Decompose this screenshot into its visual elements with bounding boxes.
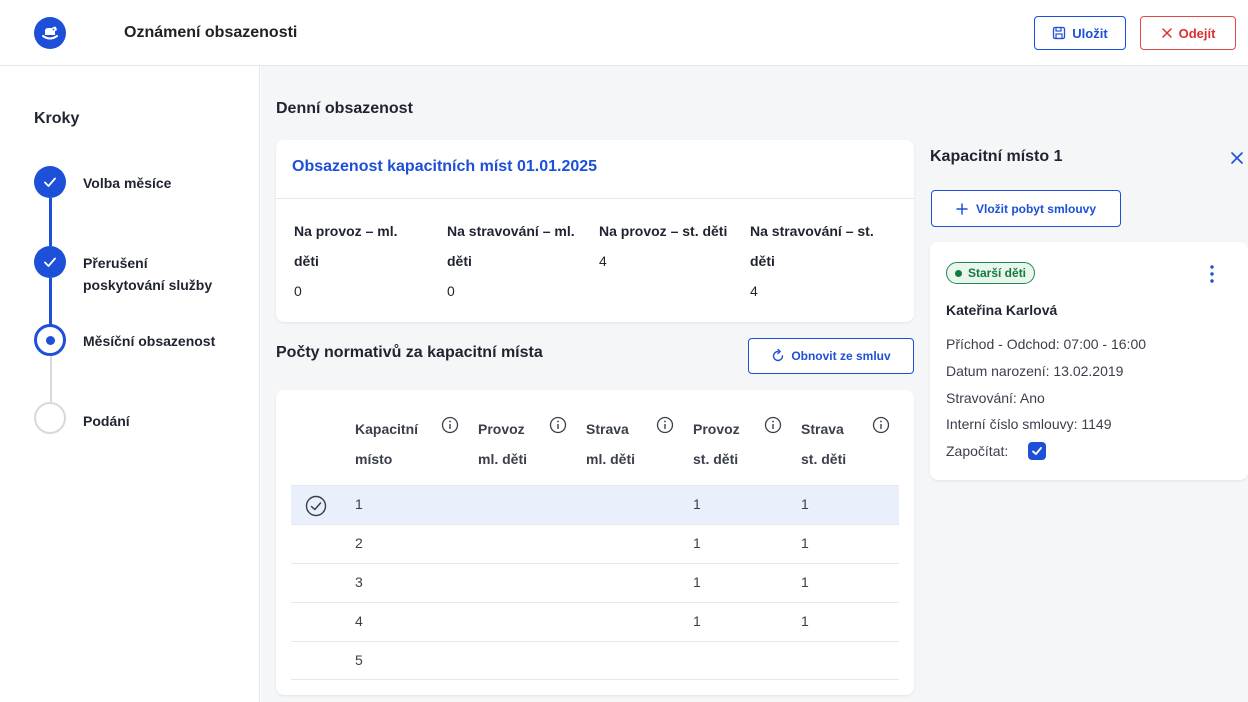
steps-title: Kroky: [34, 110, 80, 127]
summary-col-head: děti: [447, 253, 472, 269]
refresh-button-label: Obnovit ze smluv: [791, 349, 891, 363]
summary-title: Obsazenost kapacitních míst 01.01.2025: [292, 158, 598, 175]
checkmark-icon: [1032, 447, 1042, 455]
daily-occupancy-title: Denní obsazenost: [276, 100, 413, 117]
cell-place: 4: [355, 613, 363, 629]
column-header: Strava st. děti: [801, 421, 847, 467]
step-done-check-icon[interactable]: [34, 246, 66, 278]
step-connector: [50, 356, 52, 402]
summary-column: Na provoz – st. děti 4: [599, 216, 749, 276]
more-options-icon[interactable]: [1204, 262, 1220, 286]
summary-col-value: 4: [750, 283, 758, 299]
summary-col-head: děti: [750, 253, 775, 269]
cell-provoz-st: 1: [693, 496, 701, 512]
cell-provoz-st: 1: [693, 574, 701, 590]
summary-col-head: děti: [294, 253, 319, 269]
cell-strava-st: 1: [801, 574, 809, 590]
rocking-horse-logo-icon: [34, 17, 66, 49]
cell-provoz-st: 1: [693, 535, 701, 551]
count-checkbox[interactable]: [1028, 442, 1046, 460]
summary-col-head: Na provoz – st. děti: [599, 223, 728, 239]
summary-card: Obsazenost kapacitních míst 01.01.2025 N…: [276, 140, 914, 322]
contract-number-text: Interní číslo smlouvy: 1149: [946, 416, 1112, 432]
save-button[interactable]: Uložit: [1034, 16, 1126, 50]
cell-place: 2: [355, 535, 363, 551]
close-panel-icon[interactable]: [1229, 150, 1245, 166]
step-label-preruseni[interactable]: Přerušení poskytování služby: [83, 252, 212, 296]
cell-provoz-st: 1: [693, 613, 701, 629]
plus-icon: [956, 202, 968, 215]
column-header: Strava ml. děti: [586, 421, 636, 467]
step-label-line2: poskytování služby: [83, 277, 213, 293]
table-row[interactable]: 1 1 1: [291, 485, 899, 524]
top-bar: Oznámení obsazenosti Uložit Odejít: [0, 0, 1248, 66]
arrival-departure-text: Příchod - Odchod: 07:00 - 16:00: [946, 336, 1147, 352]
summary-column: Na stravování – ml. děti 0: [447, 216, 597, 306]
norms-table-card: Kapacitní místo Provoz ml. děti Strava ml. …: [276, 390, 914, 695]
cell-strava-st: 1: [801, 535, 809, 551]
leave-button-label: Odejít: [1178, 25, 1216, 41]
badge-label: Starší děti: [968, 266, 1027, 280]
summary-column: Na provoz – ml. děti 0: [294, 216, 444, 306]
meals-text: Stravování: Ano: [946, 390, 1045, 406]
count-label: Započítat:: [946, 443, 1009, 459]
cell-place: 5: [355, 652, 363, 668]
birth-date-text: Datum narození: 13.02.2019: [946, 363, 1124, 379]
cell-place: 3: [355, 574, 363, 590]
info-icon[interactable]: [872, 416, 890, 434]
steps-sidebar: Kroky Volba měsíce Přerušení poskytování…: [0, 66, 260, 702]
leave-button[interactable]: Odejít: [1140, 16, 1236, 50]
summary-col-value: 0: [294, 283, 302, 299]
refresh-icon: [773, 349, 784, 362]
step-label-volba-mesice[interactable]: Volba měsíce: [83, 172, 171, 194]
add-contract-stay-button[interactable]: Vložit pobyt smlouvy: [931, 190, 1121, 227]
page-title: Oznámení obsazenosti: [124, 24, 298, 41]
summary-col-head: Na stravování – ml.: [447, 223, 575, 239]
age-group-badge: Starší děti: [946, 262, 1036, 284]
close-icon: [1161, 28, 1172, 38]
column-header: Kapacitní místo: [355, 421, 419, 467]
panel-title: Kapacitní místo 1: [930, 148, 1063, 165]
step-label-line1: Přerušení: [83, 255, 148, 271]
column-header: Provoz st. děti: [693, 421, 740, 467]
main-content: Denní obsazenost Obsazenost kapacitních …: [261, 66, 1248, 702]
child-contract-card: Starší děti Kateřina Karlová Příchod - O…: [930, 242, 1248, 480]
summary-col-head: Na stravování – st.: [750, 223, 874, 239]
table-row[interactable]: 3 1 1: [291, 563, 899, 602]
status-dot-icon: [955, 269, 962, 277]
summary-col-value: 4: [599, 253, 607, 269]
step-label-podani[interactable]: Podání: [83, 410, 130, 432]
column-header: Provoz ml. děti: [478, 421, 528, 467]
summary-column: Na stravování – st. děti 4: [750, 216, 900, 306]
add-button-label: Vložit pobyt smlouvy: [975, 201, 1096, 216]
step-connector: [49, 198, 52, 246]
info-icon[interactable]: [764, 416, 782, 434]
table-row[interactable]: 2 1 1: [291, 524, 899, 563]
step-current-icon[interactable]: [34, 324, 66, 356]
step-connector: [49, 278, 52, 326]
floppy-disk-icon: [1053, 26, 1066, 40]
step-todo-icon[interactable]: [34, 402, 66, 434]
divider: [276, 198, 914, 199]
table-row[interactable]: 4 1 1: [291, 602, 899, 641]
table-row[interactable]: 5: [291, 641, 899, 680]
cell-strava-st: 1: [801, 496, 809, 512]
summary-col-head: Na provoz – ml.: [294, 223, 398, 239]
norms-title: Počty normativů za kapacitní místa: [276, 344, 543, 361]
step-done-check-icon[interactable]: [34, 166, 66, 198]
info-icon[interactable]: [656, 416, 674, 434]
summary-col-value: 0: [447, 283, 455, 299]
step-label-mesicni-obsazenost[interactable]: Měsíční obsazenost: [83, 330, 215, 352]
selected-check-circle-icon: [305, 495, 327, 517]
save-button-label: Uložit: [1072, 25, 1108, 41]
child-name: Kateřina Karlová: [946, 302, 1058, 318]
cell-place: 1: [355, 496, 363, 512]
info-icon[interactable]: [441, 416, 459, 434]
info-icon[interactable]: [549, 416, 567, 434]
cell-strava-st: 1: [801, 613, 809, 629]
refresh-from-contracts-button[interactable]: Obnovit ze smluv: [748, 338, 914, 374]
